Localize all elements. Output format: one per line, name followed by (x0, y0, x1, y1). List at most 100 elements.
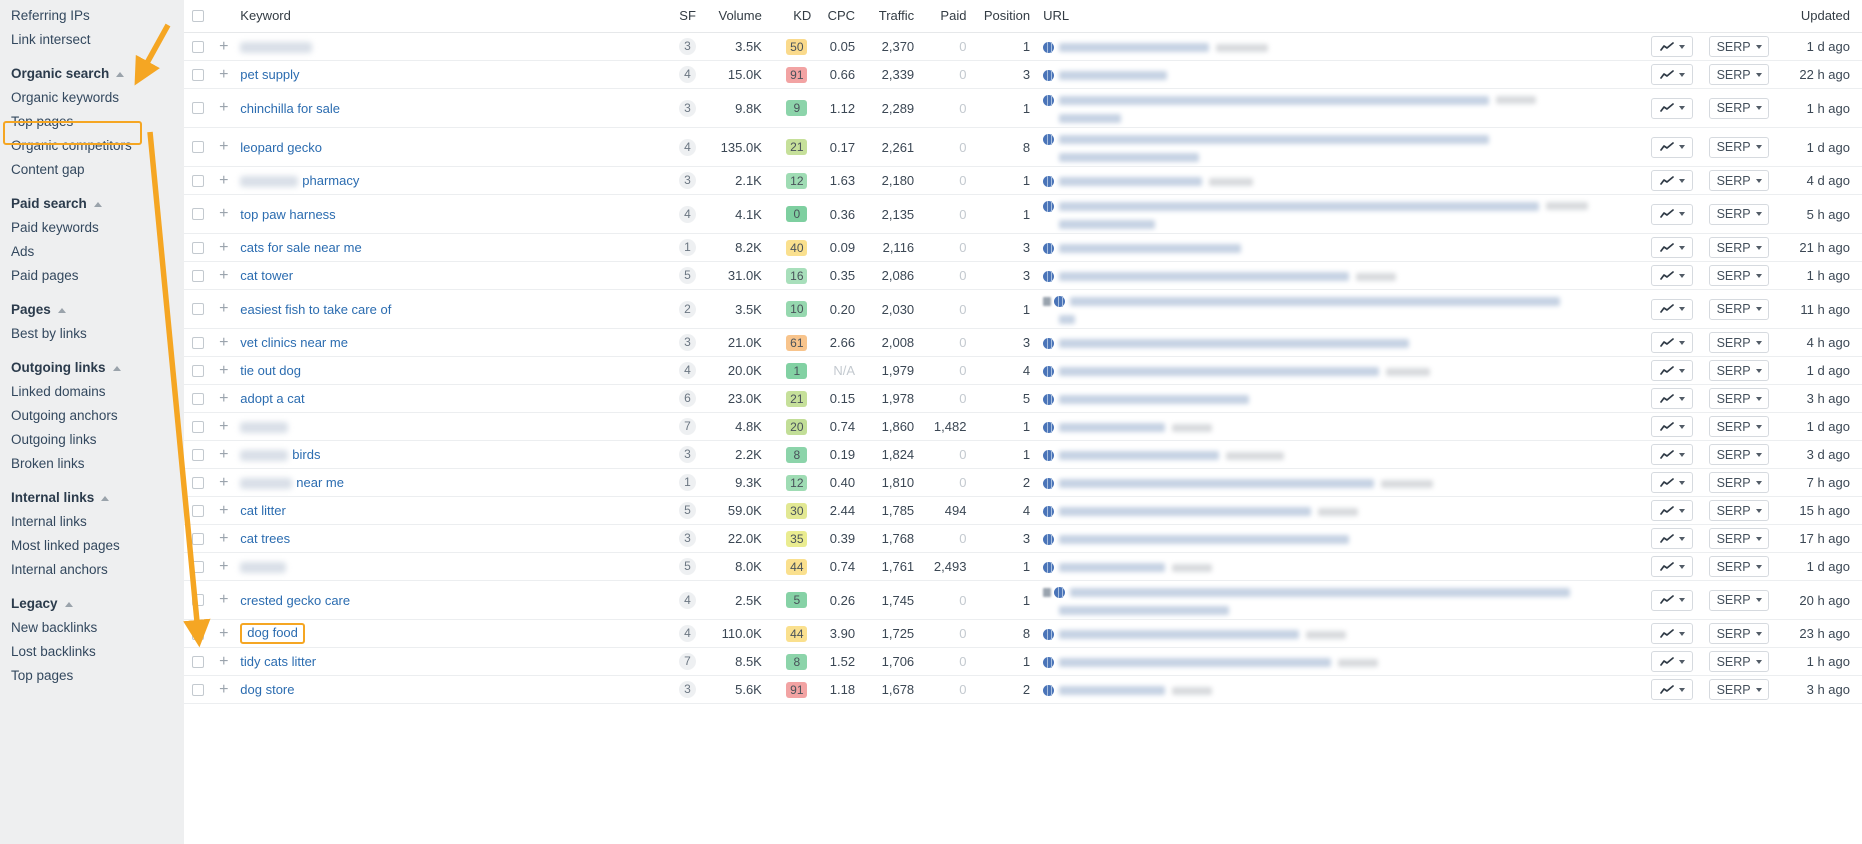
table-row[interactable]: + birds 3 2.2K 8 0.19 1,824 0 1 SERP 3 d ago (184, 441, 1862, 469)
table-row[interactable]: + vet clinics near me 3 21.0K 61 2.66 2,008 0 3 S… (184, 329, 1862, 357)
row-checkbox[interactable] (191, 448, 204, 461)
position-chart-button[interactable] (1651, 170, 1694, 191)
row-checkbox[interactable] (191, 269, 204, 282)
url-link-redacted[interactable] (1059, 177, 1203, 187)
chart-button-cell[interactable] (1644, 413, 1701, 441)
url-link-redacted[interactable] (1059, 95, 1490, 105)
keyword-cell[interactable]: birds (236, 441, 666, 469)
chart-button-cell[interactable] (1644, 61, 1701, 89)
serp-button[interactable]: SERP (1709, 237, 1770, 258)
table-row[interactable]: + cat trees 3 22.0K 35 0.39 1,768 0 3 SERP 17 h ag… (184, 525, 1862, 553)
row-checkbox[interactable] (191, 476, 204, 489)
serp-button[interactable]: SERP (1709, 472, 1770, 493)
url-cell[interactable] (1041, 413, 1644, 441)
position-chart-button[interactable] (1651, 36, 1694, 57)
serp-button[interactable]: SERP (1709, 64, 1770, 85)
row-select-cell[interactable] (184, 290, 211, 329)
url-cell[interactable] (1041, 61, 1644, 89)
row-select-cell[interactable] (184, 128, 211, 167)
url-cell[interactable] (1041, 553, 1644, 581)
row-select-cell[interactable] (184, 413, 211, 441)
row-select-cell[interactable] (184, 61, 211, 89)
sidebar-item-new-backlinks[interactable]: New backlinks (0, 616, 184, 640)
keyword-cell[interactable] (236, 413, 666, 441)
serp-button-cell[interactable]: SERP (1700, 167, 1777, 195)
url-link-redacted[interactable] (1059, 134, 1490, 144)
chart-button-cell[interactable] (1644, 290, 1701, 329)
keyword-link[interactable]: adopt a cat (240, 391, 304, 406)
url-link-redacted[interactable] (1059, 507, 1312, 517)
url-link-redacted[interactable] (1059, 535, 1350, 545)
sidebar-item-link-intersect[interactable]: Link intersect (0, 28, 184, 52)
position-chart-button[interactable] (1651, 589, 1694, 611)
url-link-redacted[interactable] (1059, 201, 1540, 211)
sidebar-group-organic-search[interactable]: Organic search (0, 52, 184, 86)
serp-button[interactable]: SERP (1709, 589, 1770, 611)
row-select-cell[interactable] (184, 469, 211, 497)
keyword-cell[interactable]: tidy cats litter (236, 648, 666, 676)
url-cell[interactable] (1041, 128, 1644, 167)
row-checkbox[interactable] (191, 40, 204, 53)
url-link-redacted[interactable] (1059, 43, 1210, 53)
table-row[interactable]: + chinchilla for sale 3 9.8K 9 1.12 2,289 0 1 SER… (184, 89, 1862, 128)
serp-button[interactable]: SERP (1709, 265, 1770, 286)
expand-row-button[interactable]: + (211, 553, 236, 581)
position-chart-button[interactable] (1651, 556, 1694, 577)
expand-row-button[interactable]: + (211, 385, 236, 413)
keyword-cell[interactable]: crested gecko care (236, 581, 666, 620)
keyword-cell[interactable]: cat trees (236, 525, 666, 553)
position-chart-button[interactable] (1651, 136, 1694, 158)
url-cell[interactable] (1041, 441, 1644, 469)
sidebar-item-most-linked-pages[interactable]: Most linked pages (0, 534, 184, 558)
expand-row-button[interactable]: + (211, 497, 236, 525)
column-sf[interactable]: SF (666, 0, 707, 33)
chart-button-cell[interactable] (1644, 648, 1701, 676)
sidebar-item-outgoing-links[interactable]: Outgoing links (0, 428, 184, 452)
row-select-cell[interactable] (184, 89, 211, 128)
sidebar-item-best-by-links[interactable]: Best by links (0, 322, 184, 346)
url-cell[interactable] (1041, 469, 1644, 497)
chart-button-cell[interactable] (1644, 329, 1701, 357)
url-cell[interactable] (1041, 195, 1644, 234)
table-row[interactable]: + dog store 3 5.6K 91 1.18 1,678 0 2 SERP 3 h ago (184, 676, 1862, 704)
position-chart-button[interactable] (1651, 651, 1694, 672)
sidebar-item-organic-competitors[interactable]: Organic competitors (0, 134, 184, 158)
url-cell[interactable] (1041, 525, 1644, 553)
keyword-cell[interactable] (236, 33, 666, 61)
serp-button-cell[interactable]: SERP (1700, 357, 1777, 385)
keyword-link[interactable]: pet supply (240, 67, 299, 82)
keyword-cell[interactable]: cat litter (236, 497, 666, 525)
position-chart-button[interactable] (1651, 298, 1694, 320)
sidebar-item-internal-anchors[interactable]: Internal anchors (0, 558, 184, 582)
row-checkbox[interactable] (191, 627, 204, 640)
serp-button-cell[interactable]: SERP (1700, 553, 1777, 581)
serp-button[interactable]: SERP (1709, 388, 1770, 409)
row-checkbox[interactable] (191, 364, 204, 377)
url-link-redacted[interactable] (1059, 367, 1380, 377)
keyword-cell[interactable]: easiest fish to take care of (236, 290, 666, 329)
column-keyword[interactable]: Keyword (236, 0, 666, 33)
url-cell[interactable] (1041, 385, 1644, 413)
row-checkbox[interactable] (191, 336, 204, 349)
url-link-redacted-line2[interactable] (1059, 113, 1122, 123)
expand-row-button[interactable]: + (211, 581, 236, 620)
table-row[interactable]: + cat tower 5 31.0K 16 0.35 2,086 0 3 SERP 1 h ago (184, 262, 1862, 290)
keyword-cell[interactable]: dog food (236, 620, 666, 648)
expand-row-button[interactable]: + (211, 234, 236, 262)
expand-row-button[interactable]: + (211, 676, 236, 704)
position-chart-button[interactable] (1651, 237, 1694, 258)
keyword-link[interactable]: cat litter (240, 503, 286, 518)
serp-button[interactable]: SERP (1709, 203, 1770, 225)
select-all-checkbox[interactable] (191, 9, 204, 22)
keyword-cell[interactable]: top paw harness (236, 195, 666, 234)
row-select-cell[interactable] (184, 385, 211, 413)
serp-button-cell[interactable]: SERP (1700, 89, 1777, 128)
sidebar-item-referring-ips[interactable]: Referring IPs (0, 4, 184, 28)
serp-button-cell[interactable]: SERP (1700, 128, 1777, 167)
chart-button-cell[interactable] (1644, 469, 1701, 497)
keyword-link[interactable]: top paw harness (240, 207, 335, 222)
url-link-redacted[interactable] (1059, 630, 1300, 640)
serp-button-cell[interactable]: SERP (1700, 620, 1777, 648)
url-link-redacted[interactable] (1059, 272, 1350, 282)
keyword-link-highlighted[interactable]: dog food (240, 623, 305, 644)
